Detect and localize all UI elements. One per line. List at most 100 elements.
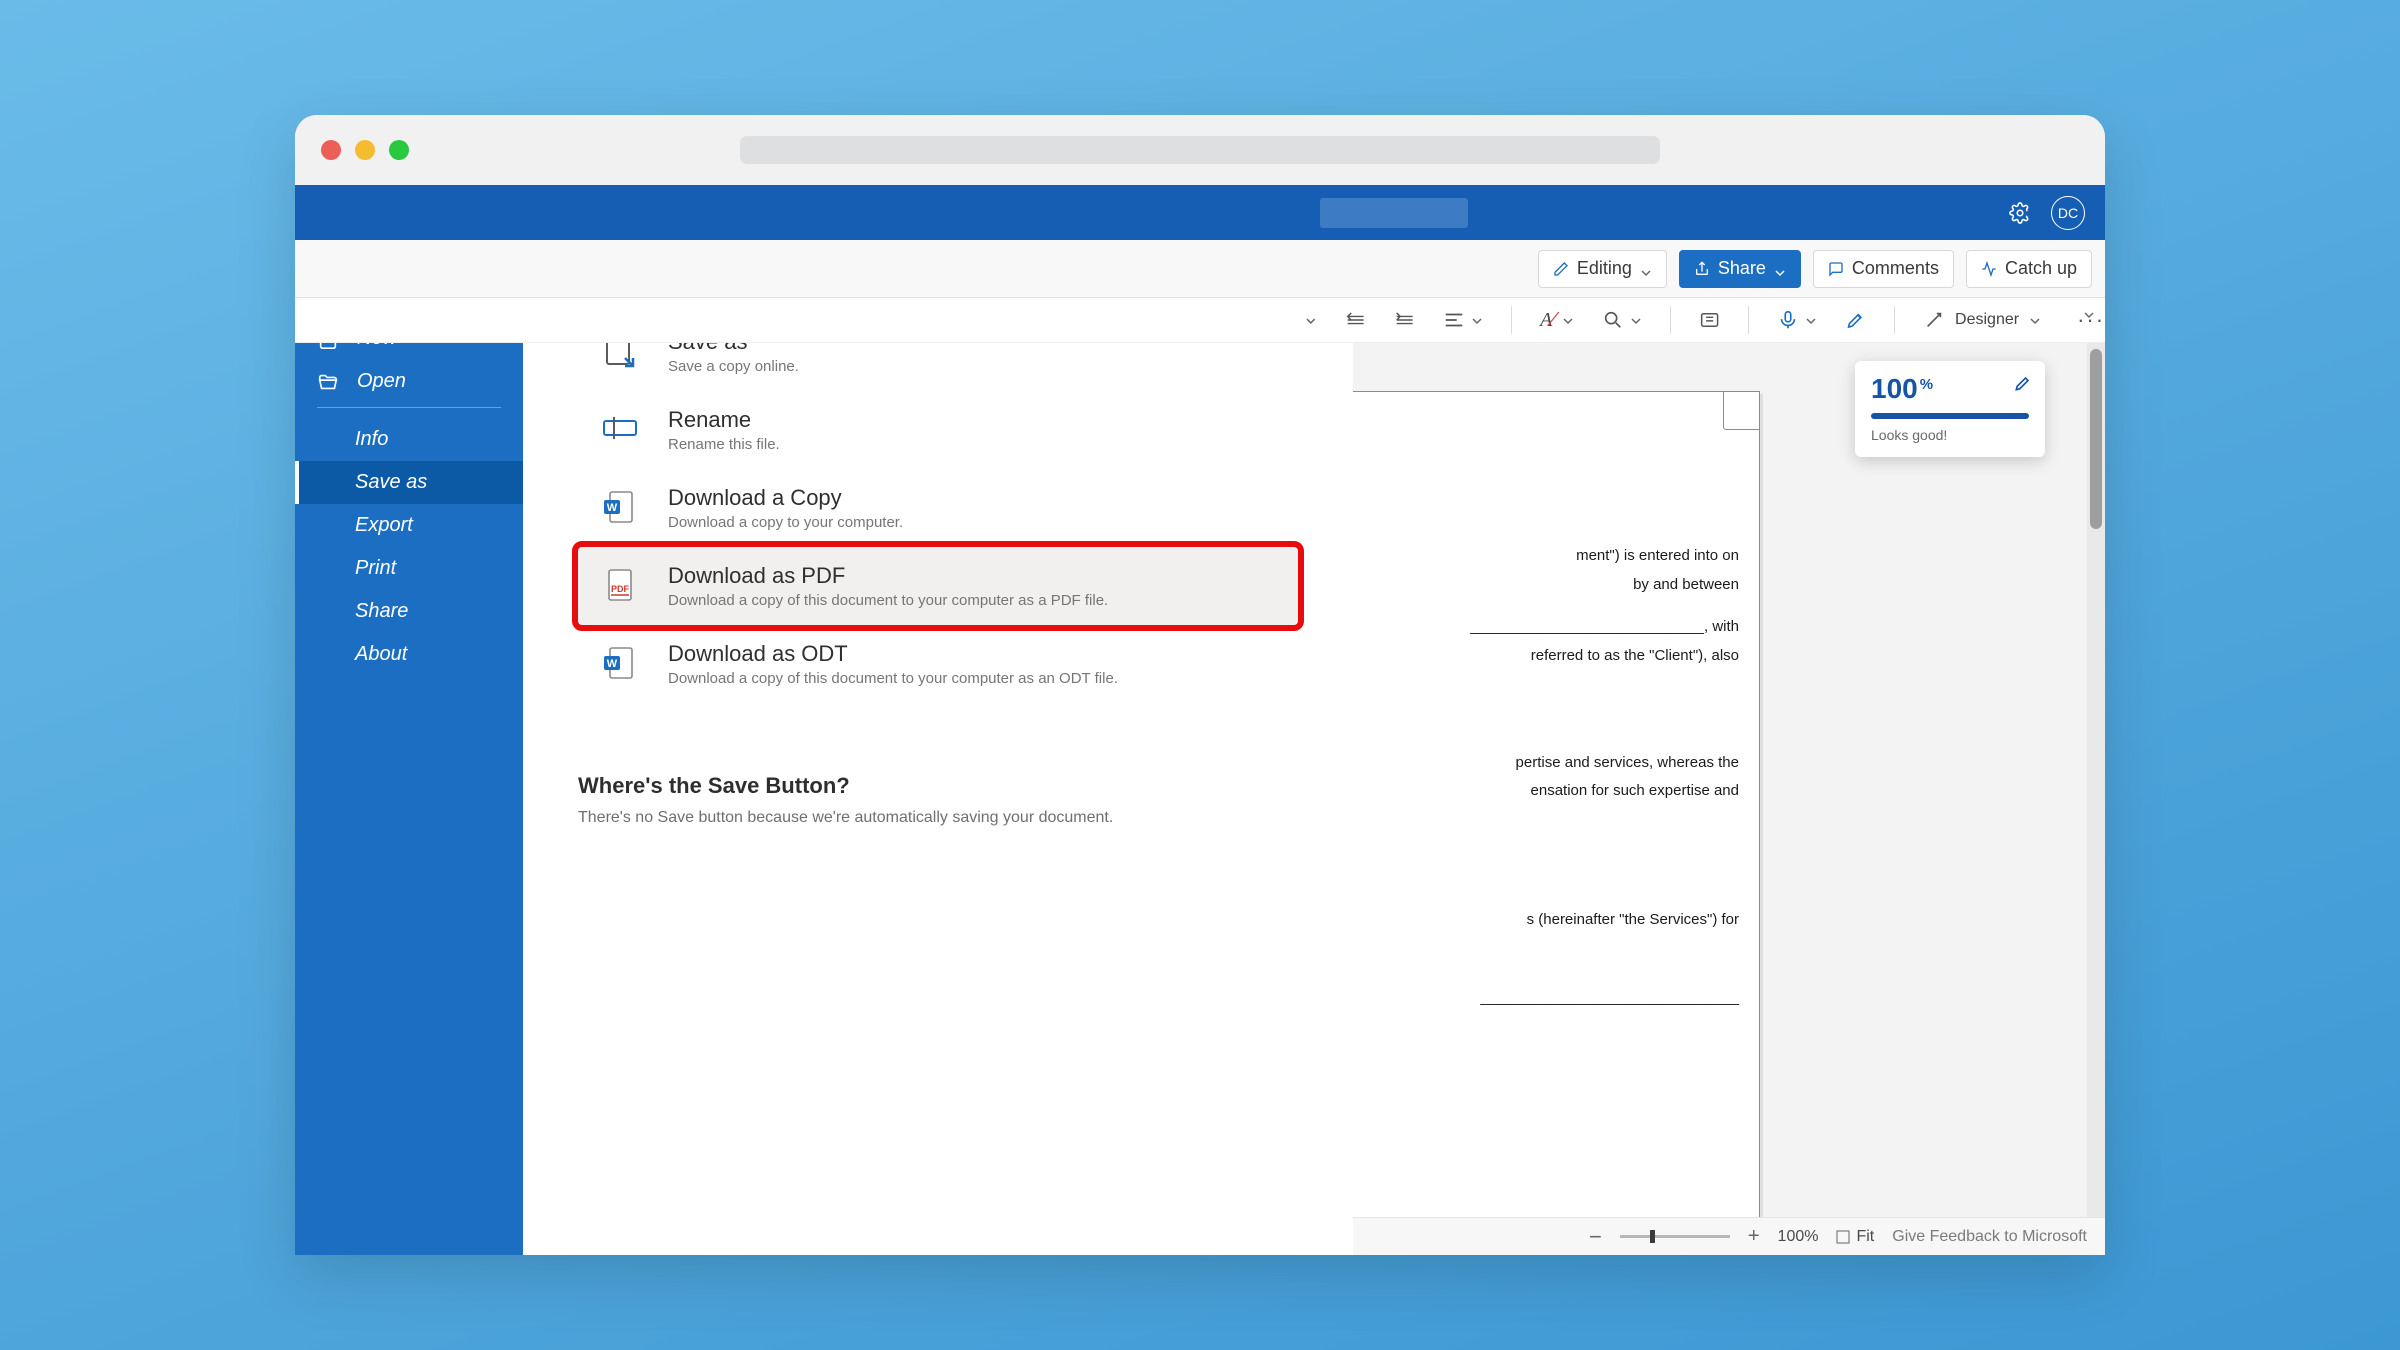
zoom-in-icon[interactable]: +: [1748, 1225, 1760, 1248]
option-text: Download as PDF Download a copy of this …: [668, 563, 1108, 609]
ribbon-collapse-icon[interactable]: [2083, 308, 2095, 320]
dictate-menu[interactable]: [1777, 309, 1817, 331]
nav-share[interactable]: Share: [295, 590, 523, 633]
indent-increase-icon[interactable]: [1394, 309, 1415, 331]
doc-line: pertise and services, whereas the: [1301, 749, 1739, 778]
share-label: Share: [1718, 258, 1766, 279]
editor-score-badge[interactable]: 100% Looks good!: [1855, 361, 2045, 457]
nav-export[interactable]: Export: [295, 504, 523, 547]
designer-button[interactable]: Designer: [1923, 309, 2041, 331]
panel-footer-heading: Where's the Save Button?: [578, 773, 1298, 799]
ribbon-toolbar: A⁄ Designer ···: [295, 298, 2105, 343]
nav-new[interactable]: New: [295, 343, 523, 360]
option-title: Save as: [668, 343, 799, 355]
nav-info-label: Info: [355, 428, 388, 451]
window-close-dot[interactable]: [321, 140, 341, 160]
window-minimize-dot[interactable]: [355, 140, 375, 160]
word-file-icon: W: [600, 487, 640, 527]
nav-export-label: Export: [355, 514, 413, 537]
option-save-as[interactable]: Save as Save a copy online.: [578, 343, 1298, 391]
doc-line: ____________________________, with: [1301, 613, 1739, 642]
nav-open-label: Open: [357, 370, 406, 393]
zoom-slider[interactable]: [1620, 1235, 1730, 1238]
svg-text:W: W: [607, 658, 618, 670]
comments-button[interactable]: Comments: [1813, 250, 1954, 288]
mic-icon: [1777, 309, 1799, 331]
vertical-scrollbar[interactable]: [2087, 343, 2105, 1217]
avatar-initials: DC: [2058, 205, 2078, 221]
chevron-down-icon: [2029, 314, 2041, 326]
pencil-icon: [1553, 261, 1569, 277]
align-icon: [1443, 309, 1465, 331]
divider: [1748, 306, 1749, 334]
comments-label: Comments: [1852, 258, 1939, 279]
option-subtitle: Download a copy of this document to your…: [668, 592, 1108, 609]
user-avatar[interactable]: DC: [2051, 196, 2085, 230]
ruler-tab[interactable]: [1723, 391, 1760, 430]
nav-about-label: About: [355, 643, 407, 666]
option-text: Download a Copy Download a copy to your …: [668, 485, 903, 531]
chevron-down-icon: [1630, 314, 1642, 326]
option-subtitle: Download a copy to your computer.: [668, 514, 903, 531]
save-as-icon: [600, 343, 640, 371]
feedback-link[interactable]: Give Feedback to Microsoft: [1892, 1228, 2087, 1246]
doc-line: by and between: [1301, 571, 1739, 600]
nav-print[interactable]: Print: [295, 547, 523, 590]
document-title-field[interactable]: [1320, 198, 1468, 228]
editor-score-bar: [1871, 413, 2029, 419]
option-rename[interactable]: Rename Rename this file.: [578, 391, 1298, 469]
share-icon: [1694, 261, 1710, 277]
browser-tab-placeholder: [740, 136, 1660, 164]
option-download-pdf[interactable]: PDF Download as PDF Download a copy of t…: [578, 547, 1298, 625]
chevron-down-icon: [1471, 314, 1483, 326]
styles-menu[interactable]: A⁄: [1540, 309, 1574, 332]
reading-view-icon[interactable]: [1699, 309, 1720, 331]
doc-line: ment") is entered into on: [1301, 542, 1739, 571]
option-download-copy[interactable]: W Download a Copy Download a copy to you…: [578, 469, 1298, 547]
align-menu[interactable]: [1443, 309, 1483, 331]
indent-decrease-icon[interactable]: [1345, 309, 1366, 331]
editor-icon[interactable]: [1845, 309, 1866, 331]
zoom-slider-thumb[interactable]: [1650, 1230, 1655, 1243]
chevron-down-icon[interactable]: [1305, 314, 1317, 326]
zoom-level[interactable]: 100%: [1778, 1228, 1819, 1246]
editing-label: Editing: [1577, 258, 1632, 279]
nav-open[interactable]: Open: [295, 360, 523, 403]
folder-open-icon: [317, 371, 339, 393]
option-title: Rename: [668, 407, 780, 433]
fit-toggle[interactable]: Fit: [1836, 1228, 1874, 1246]
option-subtitle: Save a copy online.: [668, 358, 799, 375]
doc-line: .: [1301, 670, 1739, 699]
svg-text:PDF: PDF: [611, 584, 630, 594]
file-icon: [317, 343, 339, 350]
option-text: Rename Rename this file.: [668, 407, 780, 453]
workspace: Close Home New Open Info Save as Export …: [295, 343, 2105, 1255]
share-button[interactable]: Share: [1679, 250, 1801, 288]
option-download-odt[interactable]: W Download as ODT Download a copy of thi…: [578, 625, 1298, 703]
rename-icon: [600, 409, 640, 449]
editing-mode-button[interactable]: Editing: [1538, 250, 1667, 288]
find-menu[interactable]: [1602, 309, 1642, 331]
designer-label: Designer: [1955, 311, 2019, 329]
window-zoom-dot[interactable]: [389, 140, 409, 160]
scrollbar-thumb[interactable]: [2090, 349, 2102, 529]
nav-info[interactable]: Info: [295, 418, 523, 461]
option-text: Download as ODT Download a copy of this …: [668, 641, 1118, 687]
svg-text:W: W: [607, 502, 618, 514]
nav-save-as[interactable]: Save as: [295, 461, 523, 504]
editor-pen-icon: [2013, 373, 2033, 398]
nav-new-label: New: [357, 343, 397, 350]
editor-score-unit: %: [1920, 376, 1933, 393]
nav-about[interactable]: About: [295, 633, 523, 676]
chevron-down-icon: [1562, 314, 1574, 326]
zoom-out-icon[interactable]: −: [1589, 1224, 1602, 1250]
save-as-panel: Save as Save as Save a copy online. Rena…: [523, 343, 1353, 1255]
fit-label: Fit: [1856, 1228, 1874, 1246]
nav-save-as-label: Save as: [355, 471, 427, 494]
document-page[interactable]: ment") is entered into on by and between…: [1300, 391, 1760, 1221]
settings-icon[interactable]: [2009, 202, 2031, 224]
doc-line: ensation for such expertise and: [1301, 777, 1739, 806]
doc-line: _______________________________: [1301, 984, 1739, 1013]
catch-up-button[interactable]: Catch up: [1966, 250, 2092, 288]
option-subtitle: Rename this file.: [668, 436, 780, 453]
